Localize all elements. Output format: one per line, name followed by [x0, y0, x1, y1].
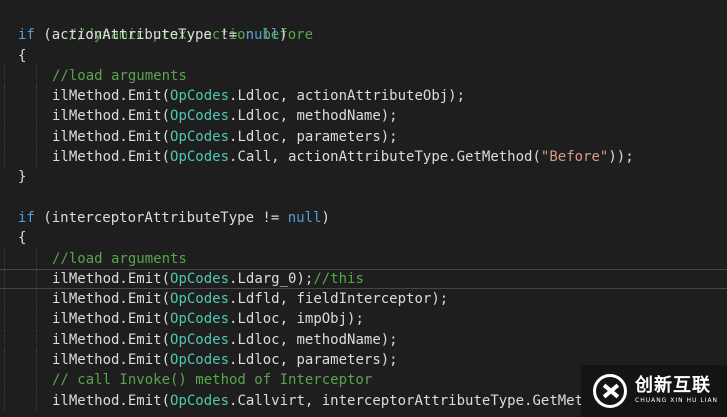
- indent-guide: [36, 370, 37, 391]
- indent-guide: [4, 86, 5, 107]
- watermark-text: 创新互联 CHUANG XIN HU LIAN: [635, 376, 718, 406]
- indent-guide: [36, 289, 37, 310]
- code-line[interactable]: ilMethod.Emit(OpCodes.Ldloc, methodName)…: [0, 329, 727, 351]
- indent-guide: [36, 106, 37, 127]
- code-text: (interceptorAttributeType !=: [34, 209, 288, 226]
- code-text: ilMethod.Emit(: [52, 311, 171, 328]
- code-area[interactable]: //dynamic proxy action before if (action…: [0, 5, 727, 411]
- indent-guide: [4, 309, 5, 330]
- indent-guide: [4, 390, 5, 411]
- code-text: .Ldfld, fieldInterceptor);: [229, 291, 449, 308]
- code-text: ilMethod.Emit(: [52, 270, 171, 287]
- code-line[interactable]: {: [0, 228, 727, 248]
- type-name: OpCodes: [170, 88, 230, 105]
- code-line[interactable]: if (actionAttributeType != null): [0, 25, 727, 45]
- current-code-line[interactable]: ilMethod.Emit(OpCodes.Ldarg_0);//this: [0, 268, 727, 290]
- type-name: OpCodes: [170, 352, 230, 369]
- code-line[interactable]: //load arguments: [0, 65, 727, 87]
- indent-guide: [4, 248, 5, 269]
- indent-guide: [4, 350, 5, 371]
- open-brace: {: [18, 230, 27, 247]
- code-line[interactable]: ilMethod.Emit(OpCodes.Ldloc, impObj);: [0, 309, 727, 330]
- code-text: ilMethod.Emit(: [52, 291, 171, 308]
- keyword-null: null: [287, 209, 322, 226]
- code-line[interactable]: //dynamic proxy action before: [0, 5, 727, 43]
- indent-guide: [4, 65, 5, 87]
- indent-guide: [36, 126, 37, 148]
- type-name: OpCodes: [170, 311, 230, 328]
- indent-guide: [4, 106, 5, 127]
- type-name: OpCodes: [170, 270, 230, 287]
- code-text: (actionAttributeType !=: [34, 27, 246, 44]
- type-name: OpCodes: [170, 291, 230, 308]
- indent-guide: [36, 248, 37, 269]
- indent-guide: [36, 390, 37, 411]
- type-name: OpCodes: [170, 128, 230, 145]
- code-editor[interactable]: //dynamic proxy action before if (action…: [0, 0, 727, 417]
- comment: //load arguments: [52, 250, 187, 267]
- type-name: OpCodes: [170, 149, 230, 166]
- close-brace: }: [18, 169, 27, 186]
- watermark-en: CHUANG XIN HU LIAN: [635, 397, 719, 404]
- code-line[interactable]: //load arguments: [0, 248, 727, 269]
- code-line[interactable]: }: [0, 167, 727, 187]
- code-line-empty[interactable]: [0, 188, 727, 208]
- code-text: ilMethod.Emit(: [52, 88, 171, 105]
- keyword-if: if: [18, 27, 35, 44]
- type-name: OpCodes: [170, 392, 230, 409]
- code-text: .Ldloc, impObj);: [229, 311, 364, 328]
- code-line[interactable]: ilMethod.Emit(OpCodes.Ldloc, methodName)…: [0, 106, 727, 127]
- code-line[interactable]: ilMethod.Emit(OpCodes.Ldloc, parameters)…: [0, 126, 727, 148]
- indent-guide: [4, 329, 5, 351]
- indent-guide: [4, 147, 5, 168]
- code-line[interactable]: ilMethod.Emit(OpCodes.Call, actionAttrib…: [0, 147, 727, 168]
- code-text: ilMethod.Emit(: [52, 331, 171, 348]
- indent-guide: [4, 126, 5, 148]
- code-line[interactable]: ilMethod.Emit(OpCodes.Ldfld, fieldInterc…: [0, 289, 727, 310]
- string-literal: "Before": [540, 149, 609, 166]
- watermark-logo: 创新互联 CHUANG XIN HU LIAN: [581, 365, 727, 417]
- type-name: OpCodes: [170, 108, 230, 125]
- code-text: .Call, actionAttributeType.GetMethod(: [229, 149, 541, 166]
- code-text: .Ldarg_0);: [229, 270, 314, 287]
- code-text: .Ldloc, methodName);: [229, 108, 398, 125]
- code-text: .Ldloc, parameters);: [229, 352, 398, 369]
- indent-guide: [36, 147, 37, 168]
- code-text: ): [321, 209, 330, 226]
- code-text: .Ldloc, parameters);: [229, 128, 398, 145]
- open-brace: {: [18, 47, 27, 64]
- indent-guide: [36, 86, 37, 107]
- code-text: ilMethod.Emit(: [52, 352, 171, 369]
- indent-guide: [36, 269, 37, 289]
- watermark-cn: 创新互联: [635, 375, 711, 396]
- comment: //load arguments: [52, 67, 187, 84]
- code-text: ilMethod.Emit(: [52, 392, 171, 409]
- indent-guide: [4, 289, 5, 310]
- code-line[interactable]: ilMethod.Emit(OpCodes.Ldloc, actionAttri…: [0, 86, 727, 107]
- code-text: ));: [608, 149, 634, 166]
- code-line[interactable]: if (interceptorAttributeType != null): [0, 208, 727, 228]
- x-logo-icon: [593, 374, 627, 408]
- keyword-null: null: [245, 27, 280, 44]
- indent-guide: [4, 370, 5, 391]
- indent-guide: [36, 329, 37, 351]
- keyword-if: if: [18, 209, 35, 226]
- comment: //this: [313, 270, 364, 287]
- indent-guide: [36, 350, 37, 371]
- code-line[interactable]: {: [0, 46, 727, 66]
- indent-guide: [36, 309, 37, 330]
- code-text: ilMethod.Emit(: [52, 128, 171, 145]
- code-text: ilMethod.Emit(: [52, 108, 171, 125]
- code-text: .Ldloc, actionAttributeObj);: [229, 88, 466, 105]
- type-name: OpCodes: [170, 331, 230, 348]
- code-text: ): [279, 27, 288, 44]
- code-text: .Ldloc, methodName);: [229, 331, 398, 348]
- indent-guide: [36, 65, 37, 87]
- code-text: .Callvirt, interceptorAttributeType.GetM…: [229, 392, 584, 409]
- code-text: ilMethod.Emit(: [52, 149, 171, 166]
- comment: // call Invoke() method of Interceptor: [52, 372, 373, 389]
- indent-guide: [4, 269, 5, 289]
